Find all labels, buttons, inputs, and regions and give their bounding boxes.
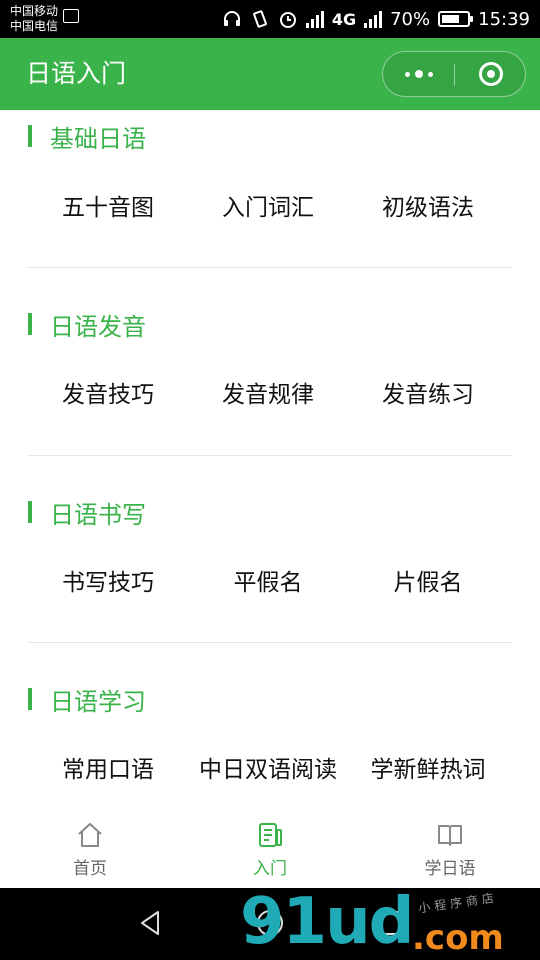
- menu-item[interactable]: 常用口语: [28, 750, 188, 790]
- menu-item[interactable]: 入门词汇: [188, 188, 348, 228]
- signal-icon-2: [364, 10, 383, 28]
- watermark-main: 91ud: [240, 885, 414, 959]
- target-ring-icon: [478, 62, 503, 86]
- more-dots-icon[interactable]: [383, 52, 454, 96]
- section-divider: [28, 267, 512, 268]
- battery-icon: [438, 11, 474, 27]
- section-accent-bar: [28, 125, 32, 147]
- menu-item[interactable]: 发音练习: [348, 375, 508, 415]
- menu-item[interactable]: 平假名: [188, 563, 348, 603]
- mini-program-capsule: [382, 51, 526, 97]
- menu-item[interactable]: 片假名: [348, 563, 508, 603]
- section-title: 基础日语: [28, 116, 146, 156]
- carrier-1: 中国移动: [10, 4, 59, 18]
- notebook-pen-icon: [259, 823, 282, 847]
- vibrate-icon: [252, 10, 267, 28]
- gallery-icon: [63, 9, 79, 23]
- tab-label: 入门: [253, 859, 287, 879]
- menu-item[interactable]: 发音技巧: [28, 375, 188, 415]
- section-items: 五十音图 入门词汇 初级语法: [28, 188, 508, 228]
- network-type: 4G: [331, 9, 357, 29]
- section-divider: [28, 642, 512, 643]
- tab-home[interactable]: 首页: [0, 810, 180, 888]
- section-items: 发音技巧 发音规律 发音练习: [28, 375, 508, 415]
- section-items: 常用口语 中日双语阅读 学新鲜热词: [28, 750, 508, 790]
- tab-label: 首页: [73, 859, 107, 879]
- status-icons: 4G 70% 15:39: [222, 0, 530, 38]
- section-divider: [28, 455, 512, 456]
- section-accent-bar: [28, 313, 32, 335]
- open-book-icon: [438, 825, 462, 846]
- carrier-names: 中国移动 中国电信: [10, 4, 58, 34]
- section-title: 日语学习: [28, 679, 146, 719]
- tab-label: 学日语: [424, 859, 476, 879]
- back-icon[interactable]: [136, 908, 166, 938]
- section-title-text: 基础日语: [50, 124, 146, 153]
- menu-item[interactable]: 书写技巧: [28, 563, 188, 603]
- app-header: 日语入门: [0, 38, 540, 110]
- alarm-icon: [279, 12, 296, 28]
- headphones-icon: [223, 11, 240, 26]
- watermark-suffix: .com: [412, 918, 504, 958]
- menu-item[interactable]: 初级语法: [348, 188, 508, 228]
- tab-intro[interactable]: 入门: [180, 810, 360, 888]
- section-title-text: 日语学习: [50, 687, 146, 716]
- home-icon: [78, 823, 102, 847]
- section-title-text: 日语发音: [50, 312, 146, 341]
- close-button[interactable]: [455, 52, 526, 96]
- section-accent-bar: [28, 501, 32, 523]
- battery-percent: 70%: [390, 8, 431, 30]
- menu-item[interactable]: 中日双语阅读: [188, 750, 348, 790]
- section-items: 书写技巧 平假名 片假名: [28, 563, 508, 603]
- page-title: 日语入门: [26, 59, 127, 88]
- watermark-logo: 91ud .com 小程序商店: [240, 890, 504, 958]
- section-title-text: 日语书写: [50, 500, 146, 529]
- section-title: 日语书写: [28, 492, 146, 532]
- signal-icon: [305, 10, 324, 28]
- menu-item[interactable]: 学新鲜热词: [348, 750, 508, 790]
- menu-item[interactable]: 五十音图: [28, 188, 188, 228]
- carrier-2: 中国电信: [10, 19, 59, 33]
- status-bar: 中国移动 中国电信 4G 70% 15:39: [0, 0, 540, 38]
- section-title: 日语发音: [28, 304, 146, 344]
- menu-item[interactable]: 发音规律: [188, 375, 348, 415]
- section-accent-bar: [28, 688, 32, 710]
- main-content: 基础日语 五十音图 入门词汇 初级语法 日语发音 发音技巧 发音规律 发音练习 …: [0, 110, 540, 810]
- clock: 15:39: [478, 8, 530, 30]
- tab-learn-japanese[interactable]: 学日语: [360, 810, 540, 888]
- bottom-tab-bar: 首页 入门 学日语: [0, 810, 540, 888]
